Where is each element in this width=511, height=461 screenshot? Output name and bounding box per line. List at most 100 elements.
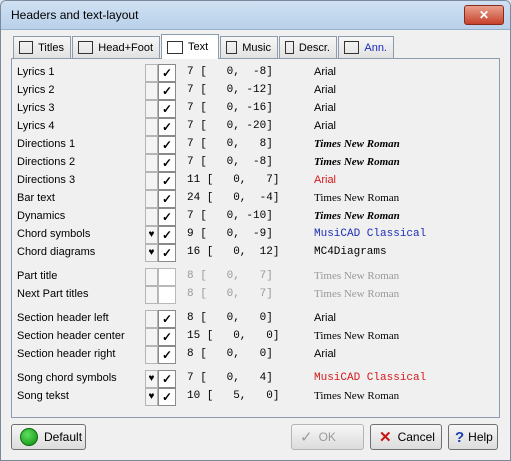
font-name[interactable]: Arial bbox=[314, 120, 336, 132]
empty-toggle[interactable] bbox=[145, 310, 158, 328]
enable-checkbox[interactable]: ✓ bbox=[158, 100, 176, 118]
heart-toggle[interactable]: ♥ bbox=[145, 388, 158, 406]
titles-icon bbox=[19, 41, 34, 54]
enable-checkbox[interactable]: ✓ bbox=[158, 172, 176, 190]
empty-toggle[interactable] bbox=[145, 328, 158, 346]
font-name[interactable]: Arial bbox=[314, 348, 336, 360]
font-name[interactable]: Times New Roman bbox=[314, 210, 400, 222]
setting-row: Lyrics 3 ✓ 7 [ 0, -16] Arial bbox=[12, 100, 499, 118]
title-bar: Headers and text-layout ✕ bbox=[1, 1, 510, 30]
enable-checkbox[interactable] bbox=[158, 286, 176, 304]
enable-checkbox[interactable]: ✓ bbox=[158, 388, 176, 406]
font-name[interactable]: MusiCAD Classical bbox=[314, 372, 426, 384]
setting-row: Directions 1 ✓ 7 [ 0, 8] Times New Roman bbox=[12, 136, 499, 154]
tab-ann[interactable]: Ann. bbox=[338, 36, 394, 58]
empty-toggle[interactable] bbox=[145, 136, 158, 154]
font-name[interactable]: Times New Roman bbox=[314, 138, 400, 150]
size-offset-values: 11 [ 0, 7] bbox=[187, 174, 280, 186]
empty-toggle[interactable] bbox=[145, 286, 158, 304]
row-label: Directions 3 bbox=[17, 174, 76, 186]
setting-row: Directions 2 ✓ 7 [ 0, -8] Times New Roman bbox=[12, 154, 499, 172]
close-button[interactable]: ✕ bbox=[464, 5, 504, 25]
font-name[interactable]: Arial bbox=[314, 84, 336, 96]
font-name[interactable]: Arial bbox=[314, 174, 336, 186]
checkmark-icon: ✓ bbox=[300, 429, 313, 446]
tab-label: Descr. bbox=[298, 41, 330, 54]
empty-toggle[interactable] bbox=[145, 82, 158, 100]
heart-toggle[interactable]: ♥ bbox=[145, 370, 158, 388]
font-name[interactable]: Times New Roman bbox=[314, 270, 399, 282]
music-icon bbox=[226, 41, 238, 54]
enable-checkbox[interactable]: ✓ bbox=[158, 154, 176, 172]
setting-row: Lyrics 2 ✓ 7 [ 0, -12] Arial bbox=[12, 82, 499, 100]
default-button[interactable]: Default bbox=[11, 424, 86, 450]
font-name[interactable]: Times New Roman bbox=[314, 288, 399, 300]
row-label: Lyrics 4 bbox=[17, 120, 55, 132]
tab-descr[interactable]: Descr. bbox=[279, 36, 337, 58]
empty-toggle[interactable] bbox=[145, 268, 158, 286]
setting-row: Lyrics 4 ✓ 7 [ 0, -20] Arial bbox=[12, 118, 499, 136]
enable-checkbox[interactable]: ✓ bbox=[158, 328, 176, 346]
green-circle-icon bbox=[20, 428, 38, 446]
text-icon bbox=[167, 40, 183, 54]
setting-row: Section header right ✓ 8 [ 0, 0] Arial bbox=[12, 346, 499, 364]
enable-checkbox[interactable] bbox=[158, 268, 176, 286]
font-name[interactable]: Times New Roman bbox=[314, 192, 399, 204]
tab-text[interactable]: Text bbox=[161, 34, 219, 59]
enable-checkbox[interactable]: ✓ bbox=[158, 190, 176, 208]
row-label: Dynamics bbox=[17, 210, 66, 222]
font-name[interactable]: Arial bbox=[314, 102, 336, 114]
row-label: Section header left bbox=[17, 312, 109, 324]
setting-row: Song tekst ♥ ✓ 10 [ 5, 0] Times New Roman bbox=[12, 388, 499, 406]
tab-head-foot[interactable]: Head+Foot bbox=[72, 36, 160, 58]
size-offset-values: 24 [ 0, -4] bbox=[187, 192, 280, 204]
font-name[interactable]: Times New Roman bbox=[314, 390, 399, 402]
descr-icon bbox=[285, 41, 294, 54]
enable-checkbox[interactable]: ✓ bbox=[158, 82, 176, 100]
row-label: Part title bbox=[17, 270, 58, 282]
enable-checkbox[interactable]: ✓ bbox=[158, 244, 176, 262]
size-offset-values: 8 [ 0, 7] bbox=[187, 270, 273, 282]
enable-checkbox[interactable]: ✓ bbox=[158, 64, 176, 82]
heart-toggle[interactable]: ♥ bbox=[145, 244, 158, 262]
red-x-icon: ✕ bbox=[379, 429, 392, 446]
size-offset-values: 8 [ 0, 7] bbox=[187, 288, 273, 300]
font-name[interactable]: Times New Roman bbox=[314, 156, 400, 168]
enable-checkbox[interactable]: ✓ bbox=[158, 226, 176, 244]
font-name[interactable]: Arial bbox=[314, 66, 336, 78]
row-label: Directions 1 bbox=[17, 138, 76, 150]
tab-label: Titles bbox=[38, 41, 64, 54]
enable-checkbox[interactable]: ✓ bbox=[158, 136, 176, 154]
tab-music[interactable]: Music bbox=[220, 36, 278, 58]
setting-row: Bar text ✓ 24 [ 0, -4] Times New Roman bbox=[12, 190, 499, 208]
help-button[interactable]: ? Help bbox=[448, 424, 498, 450]
setting-row: Chord diagrams ♥ ✓ 16 [ 0, 12] MC4Diagrams bbox=[12, 244, 499, 262]
tab-label: Head+Foot bbox=[98, 41, 153, 54]
enable-checkbox[interactable]: ✓ bbox=[158, 346, 176, 364]
setting-row: Part title 8 [ 0, 7] Times New Roman bbox=[12, 268, 499, 286]
font-name[interactable]: Times New Roman bbox=[314, 330, 399, 342]
empty-toggle[interactable] bbox=[145, 208, 158, 226]
font-name[interactable]: MC4Diagrams bbox=[314, 246, 387, 258]
enable-checkbox[interactable]: ✓ bbox=[158, 370, 176, 388]
enable-checkbox[interactable]: ✓ bbox=[158, 310, 176, 328]
size-offset-values: 7 [ 0, -16] bbox=[187, 102, 273, 114]
enable-checkbox[interactable]: ✓ bbox=[158, 208, 176, 226]
size-offset-values: 7 [ 0, -8] bbox=[187, 66, 273, 78]
font-name[interactable]: MusiCAD Classical bbox=[314, 228, 426, 240]
heart-toggle[interactable]: ♥ bbox=[145, 226, 158, 244]
empty-toggle[interactable] bbox=[145, 346, 158, 364]
empty-toggle[interactable] bbox=[145, 118, 158, 136]
empty-toggle[interactable] bbox=[145, 190, 158, 208]
enable-checkbox[interactable]: ✓ bbox=[158, 118, 176, 136]
row-label: Bar text bbox=[17, 192, 55, 204]
empty-toggle[interactable] bbox=[145, 154, 158, 172]
empty-toggle[interactable] bbox=[145, 100, 158, 118]
font-name[interactable]: Arial bbox=[314, 312, 336, 324]
tab-titles[interactable]: Titles bbox=[13, 36, 71, 58]
empty-toggle[interactable] bbox=[145, 172, 158, 190]
ok-button[interactable]: ✓ OK bbox=[291, 424, 364, 450]
row-label: Lyrics 1 bbox=[17, 66, 55, 78]
empty-toggle[interactable] bbox=[145, 64, 158, 82]
cancel-button[interactable]: ✕ Cancel bbox=[370, 424, 442, 450]
